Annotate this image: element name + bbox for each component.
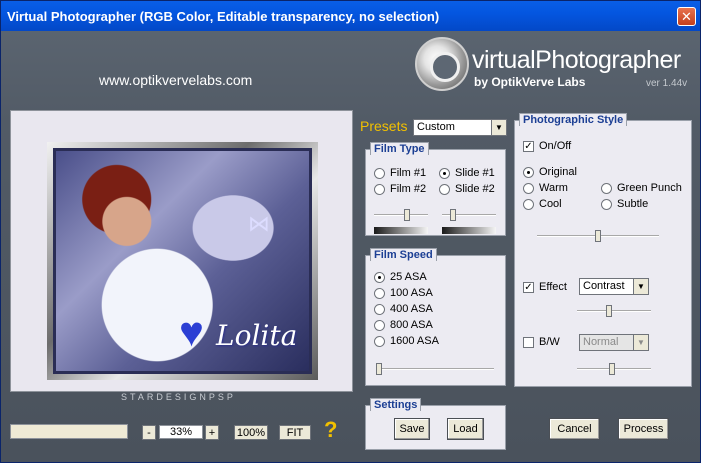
process-button[interactable]: Process [618,418,669,440]
logo-icon [415,37,469,91]
app-window: Virtual Photographer (RGB Color, Editabl… [0,0,701,463]
style-slider-thumb[interactable] [595,230,601,242]
zoom-fit-button[interactable]: FIT [279,425,311,440]
film-type-slide1[interactable]: Slide #1 [439,167,495,179]
chevron-down-icon: ▼ [633,335,648,350]
style-subtle[interactable]: Subtle [601,198,648,210]
film-type-title: Film Type [370,142,429,155]
film-speed-slider-thumb[interactable] [376,363,382,375]
photographic-style-title: Photographic Style [519,113,628,126]
save-button[interactable]: Save [394,418,430,440]
style-cool[interactable]: Cool [523,198,562,210]
window-title: Virtual Photographer (RGB Color, Editabl… [7,8,440,24]
effect-slider-thumb[interactable] [606,305,612,317]
film-speed-400[interactable]: 400 ASA [374,303,433,315]
presets-label: Presets [360,118,408,134]
progress-field [10,424,128,439]
preview-watermark: STARDESIGNPSP [121,392,236,402]
close-button[interactable]: ✕ [677,7,696,26]
bw-checkbox[interactable]: B/W [523,336,560,348]
settings-title: Settings [370,398,422,411]
film-speed-title: Film Speed [370,248,437,261]
version-label: ver 1.44v [646,78,688,89]
film-speed-25[interactable]: 25 ASA [374,271,427,283]
chevron-down-icon: ▼ [633,279,648,294]
film-speed-group: Film Speed 25 ASA 100 ASA 400 ASA 800 AS… [365,248,506,386]
radio-icon [374,335,385,347]
preview-signature: Lolita [216,319,298,352]
cancel-button[interactable]: Cancel [549,418,600,440]
zoom-in-button[interactable]: + [205,425,219,440]
radio-icon [374,319,385,331]
radio-icon [523,198,534,210]
radio-icon [374,303,385,315]
checkbox-icon: ✓ [523,140,534,152]
radio-icon [374,183,385,195]
photographic-style-group: Photographic Style ✓ On/Off Original War… [514,113,692,387]
radio-icon [439,183,450,195]
chevron-down-icon: ▼ [491,120,506,135]
film-type-slider-1-track[interactable] [374,214,428,216]
effect-slider-track[interactable] [577,310,651,312]
zoom-value: 33% [159,425,203,439]
film-speed-slider-track[interactable] [376,368,494,370]
radio-icon [374,167,385,179]
help-icon[interactable]: ? [324,417,337,443]
bow-icon: ⋈ [248,211,270,236]
heart-icon: ♥ [179,308,204,355]
effect-select[interactable]: Contrast ▼ [579,278,649,295]
zoom-100-button[interactable]: 100% [234,425,268,440]
preview-image[interactable]: ⋈ ♥ Lolita [53,148,312,374]
radio-icon [601,182,612,194]
film-speed-1600[interactable]: 1600 ASA [374,335,439,347]
radio-icon [601,198,612,210]
logo-subtitle: by OptikVerve Labs [474,75,586,89]
title-bar: Virtual Photographer (RGB Color, Editabl… [1,1,700,31]
film-speed-100[interactable]: 100 ASA [374,287,433,299]
film-type-slider-1-thumb[interactable] [404,209,410,221]
bw-select[interactable]: Normal ▼ [579,334,649,351]
logo-text: virtualPhotographer [472,46,681,74]
radio-icon [523,182,534,194]
film-speed-800[interactable]: 800 ASA [374,319,433,331]
film-type-slide2[interactable]: Slide #2 [439,183,495,195]
film-type-gradient-2 [442,227,496,234]
film-type-slider-2-thumb[interactable] [450,209,456,221]
film-type-film2[interactable]: Film #2 [374,183,426,195]
settings-group: Settings Save Load [365,398,506,450]
website-link: www.optikvervelabs.com [99,72,253,88]
load-button[interactable]: Load [447,418,484,440]
presets-selected: Custom [417,121,455,133]
onoff-checkbox[interactable]: ✓ On/Off [523,140,571,152]
bw-slider-thumb[interactable] [609,363,615,375]
checkbox-icon: ✓ [523,281,534,293]
preview-panel: ⋈ ♥ Lolita [10,110,353,392]
film-type-group: Film Type Film #1 Slide #1 Film #2 Slide… [365,142,506,236]
presets-select[interactable]: Custom ▼ [413,119,507,136]
zoom-out-button[interactable]: - [142,425,156,440]
checkbox-icon [523,336,534,348]
radio-icon [374,271,385,283]
film-type-gradient-1 [374,227,428,234]
style-warm[interactable]: Warm [523,182,568,194]
radio-icon [374,287,385,299]
film-type-film1[interactable]: Film #1 [374,167,426,179]
close-icon: ✕ [681,9,692,24]
style-green-punch[interactable]: Green Punch [601,182,682,194]
effect-checkbox[interactable]: ✓ Effect [523,281,567,293]
radio-icon [523,166,534,178]
radio-icon [439,167,450,179]
style-original[interactable]: Original [523,166,577,178]
preview-frame: ⋈ ♥ Lolita [47,142,318,380]
